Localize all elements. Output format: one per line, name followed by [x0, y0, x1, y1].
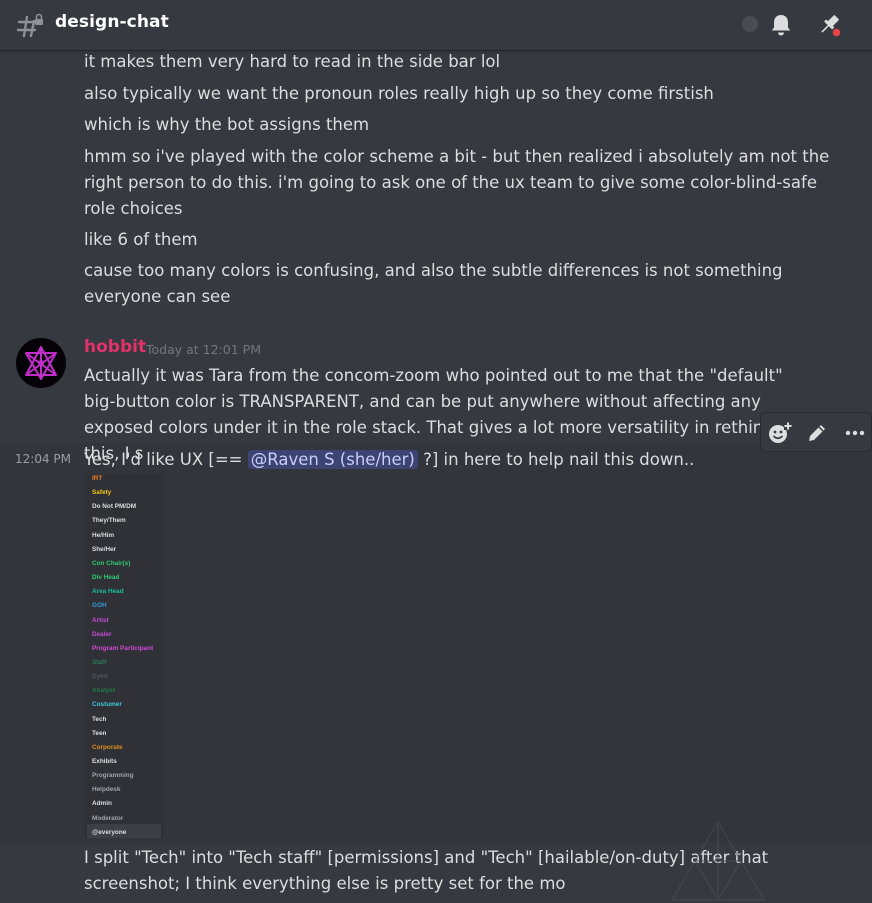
- role-item: Dealer: [92, 630, 112, 638]
- avatar[interactable]: [16, 338, 66, 388]
- threads-icon[interactable]: [740, 14, 760, 34]
- channel-header: design-chat: [0, 0, 872, 50]
- edit-icon[interactable]: [804, 420, 830, 446]
- role-item: They/Them: [92, 517, 126, 525]
- message-text-part: Yes, I'd like UX [==: [84, 450, 248, 469]
- message-text: which is why the bot assigns them: [84, 115, 370, 134]
- role-item: Programming: [92, 772, 134, 780]
- role-item: Helpdesk: [92, 786, 121, 794]
- role-item: Staff: [92, 658, 107, 666]
- message-action-toolbar: [760, 412, 872, 452]
- image-attachment[interactable]: IRT Safety Do Not PM/DM They/Them He/Him She/…: [84, 474, 164, 838]
- role-item: Corporate: [92, 743, 123, 751]
- role-item: Admin: [92, 800, 112, 808]
- role-item: Div Head: [92, 574, 120, 582]
- avatar-sigil-icon: [25, 346, 57, 380]
- role-item: Moderator: [92, 814, 124, 822]
- watermark-logo: [670, 820, 766, 901]
- message-timestamp-short: 12:04 PM: [15, 452, 71, 466]
- role-item: Teen: [92, 729, 107, 737]
- role-item: She/Her: [92, 545, 117, 553]
- role-item: Dyed: [92, 673, 108, 681]
- add-reaction-icon[interactable]: [767, 420, 793, 446]
- bell-icon[interactable]: [767, 11, 795, 39]
- message-text-part: ?] in here to help nail this down..: [417, 450, 695, 469]
- message-timestamp: Today at 12:01 PM: [146, 342, 261, 357]
- role-item: Analyst: [92, 687, 116, 695]
- role-item: IRT: [92, 475, 103, 482]
- role-item: Costumer: [92, 701, 122, 709]
- message-text: Yes, I'd like UX [== @Raven S (she/her) …: [84, 447, 854, 473]
- role-item: Con Chair(s): [92, 559, 131, 567]
- pin-icon[interactable]: [815, 11, 843, 39]
- message-text: it makes them very hard to read in the s…: [84, 52, 501, 71]
- role-item: @everyone: [92, 828, 127, 836]
- role-item: He/Him: [92, 531, 115, 539]
- message-text: cause too many colors is confusing, and …: [84, 261, 783, 306]
- channel-name: design-chat: [55, 12, 169, 32]
- message-text: also typically we want the pronoun roles…: [84, 84, 714, 103]
- message-text: hmm so i've played with the color scheme…: [84, 147, 830, 218]
- role-item: Safety: [92, 489, 112, 497]
- user-mention[interactable]: @Raven S (she/her): [247, 450, 418, 469]
- role-item: Artist: [92, 616, 109, 624]
- message-text: like 6 of them: [84, 230, 198, 249]
- role-item: Program Participant: [92, 644, 154, 652]
- role-item: Exhibits: [92, 758, 117, 765]
- role-item: GOH: [92, 602, 107, 610]
- hash-lock-icon: [16, 13, 43, 38]
- username[interactable]: hobbit: [84, 337, 146, 357]
- role-item: Area Head: [92, 588, 124, 596]
- role-item: Do Not PM/DM: [92, 503, 137, 511]
- more-icon[interactable]: [842, 420, 868, 446]
- role-item: Tech: [92, 715, 107, 723]
